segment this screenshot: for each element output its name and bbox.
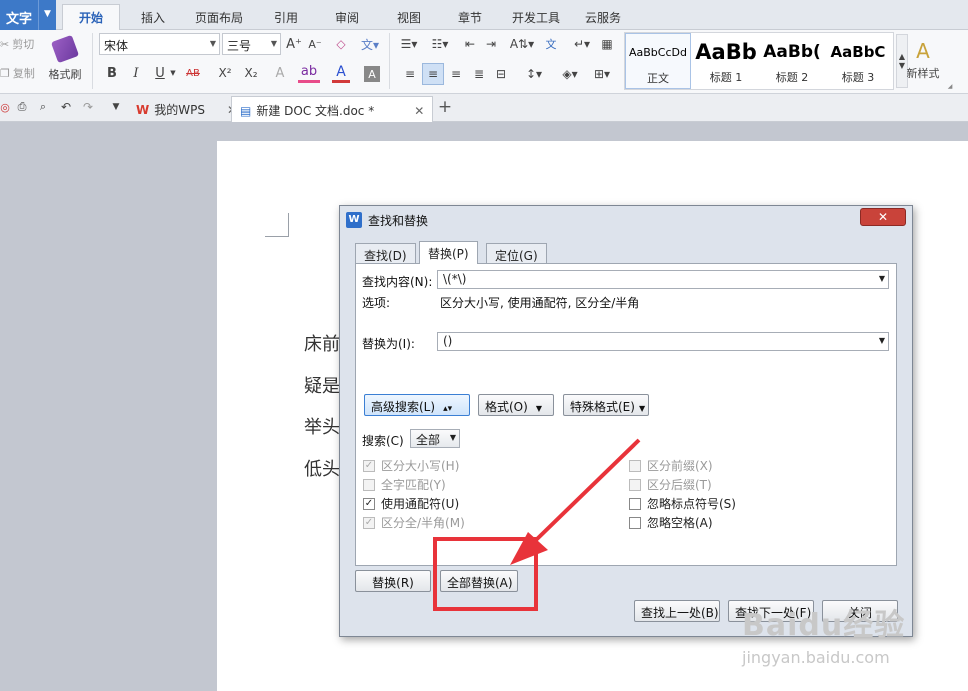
- tab-replace[interactable]: 替换(P): [419, 241, 478, 264]
- highlight-box: [433, 537, 538, 611]
- watermark-url: jingyan.baidu.com: [742, 648, 890, 667]
- baidu-watermark: Baidu经验: [742, 608, 906, 643]
